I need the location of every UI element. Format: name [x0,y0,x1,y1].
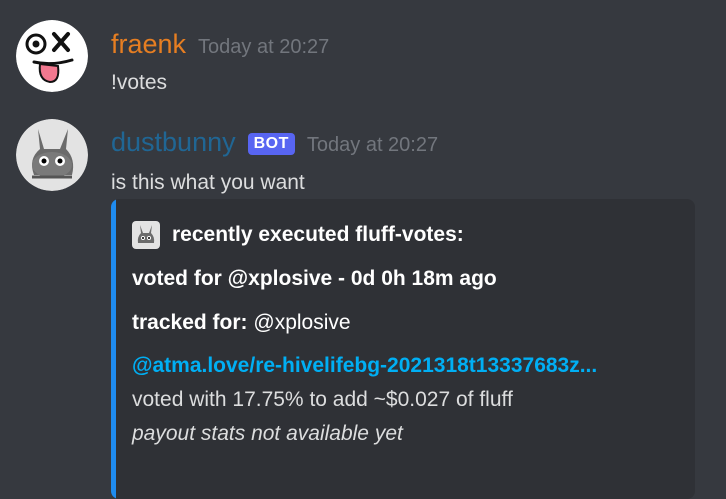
tracked-for-user: @xplosive [253,311,351,334]
timestamp: Today at 20:27 [306,134,439,156]
dustbunny-avatar-icon [16,119,88,191]
embed-payout-note: payout stats not available yet [132,422,403,445]
embed-voted-with: voted with 17.75% to add ~$0.027 of fluf… [132,388,513,411]
embed: recently executed fluff-votes: voted for… [111,199,695,499]
embed-author-icon [132,221,160,249]
bot-badge: BOT [247,133,295,155]
embed-accent-bar [111,199,116,499]
avatar-dustbunny[interactable] [16,119,88,191]
embed-voted-for: voted for @xplosive - 0d 0h 18m ago [132,267,497,290]
embed-author-name: recently executed fluff-votes: [172,223,464,246]
tracked-for-label: tracked for: [132,311,248,334]
username-fraenk[interactable]: fraenk [111,29,186,60]
message-text: !votes [111,71,168,94]
avatar-fraenk[interactable] [16,20,88,92]
embed-post-link[interactable]: @atma.love/re-hivelifebg-2021318t1333768… [132,354,597,378]
embed-tracked-for: tracked for: @xplosive [132,311,351,335]
username-dustbunny[interactable]: dustbunny [111,127,236,158]
message-text: is this what you want [111,171,305,194]
timestamp: Today at 20:27 [198,36,330,58]
embed-author: recently executed fluff-votes: [132,221,464,249]
silly-face-avatar-icon [16,20,88,92]
